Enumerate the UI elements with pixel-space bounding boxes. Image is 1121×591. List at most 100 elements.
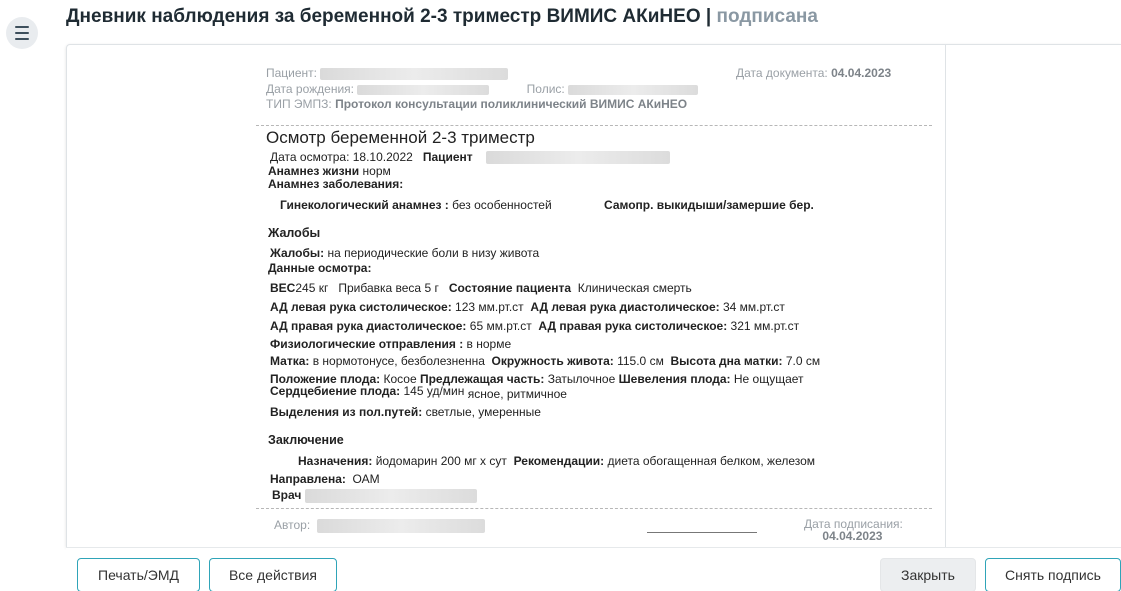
bp-left-dia-value: 34 мм.рт.ст [723,300,785,314]
disease-anamnesis-label: Анамнез заболевания: [268,177,404,191]
signature-line [647,532,757,533]
separator [256,125,932,126]
prescription-value: йодомарин 200 мг х сут [375,454,507,468]
discharge-value: светлые, умеренные [425,405,541,419]
author-label: Автор: [274,518,311,532]
bp-left-sys-label: АД левая рука систолическое: [270,300,452,314]
state-value: Клиническая смерть [577,281,692,295]
uterus-label: Матка: [270,354,310,368]
uterus-value: в нормотонусе, безболезненна [312,354,485,368]
separator [256,508,932,509]
close-button[interactable]: Закрыть [880,558,976,591]
bp-right-dia-value: 65 мм.рт.ст [469,319,532,333]
conclusion-section: Заключение [268,433,344,447]
print-emd-button[interactable]: Печать/ЭМД [77,558,200,591]
physio-label: Физиологические отправления : [270,337,464,351]
birth-policy-row: Дата рождения: Полис: [266,82,699,96]
birth-date-redacted [357,84,490,95]
miscarriage-row: Самопр. выкидыши/замершие бер. [604,198,814,212]
disease-anamnesis-row: Анамнез заболевания: [268,177,403,191]
physio-value: в норме [466,337,512,351]
referral-value: ОАМ [352,472,380,486]
miscarriage-label: Самопр. выкидыши/замершие бер. [604,198,814,212]
gyn-label: Гинекологический анамнез : [280,198,449,212]
complaints-row: Жалобы: на периодические боли в низу жив… [270,246,539,260]
doctor-name-redacted [304,488,477,503]
weight-row: ВЕС245 кг Прибавка веса 5 г Состояние па… [270,281,692,295]
bp-left-dia-label: АД левая рука диастолическое: [530,300,720,314]
belly-value: 115.0 см [617,354,664,368]
discharge-label: Выделения из пол.путей: [270,405,423,419]
sign-date-block: Дата подписания: 04.04.2023 [804,518,903,542]
bp-right-sys-label: АД правая рука систолическое: [538,319,728,333]
life-anamnesis-row: Анамнез жизни норм [268,164,391,178]
complaints-value: на периодические боли в низу живота [327,246,540,260]
weight-label: ВЕС [270,281,296,295]
exam-data-label: Данные осмотра: [268,261,372,275]
life-anamnesis-label: Анамнез жизни [268,164,360,178]
prescription-row: Назначения: йодомарин 200 мг х сут Реком… [298,454,815,468]
author-name-redacted [316,518,485,533]
heartbeat-note: ясное, ритмичное [467,387,567,401]
gyn-anamnesis-row: Гинекологический анамнез : без особеннос… [280,198,552,212]
menu-icon-line [15,26,29,28]
exam-title: Осмотр беременной 2-3 триместр [266,128,535,147]
document-date: Дата документа: 04.04.2023 [736,66,891,80]
emz-value: Протокол консультации поликлинический ВИ… [335,97,688,111]
document-panel: Пациент: Дата документа: 04.04.2023 Дата… [66,44,1121,548]
fundus-label: Высота дна матки: [670,354,783,368]
patient-name-redacted [320,67,509,80]
recommend-label: Рекомендации: [513,454,605,468]
bp-right-row: АД правая рука диастолическое: 65 мм.рт.… [270,319,799,333]
doc-date-value: 04.04.2023 [831,66,892,80]
heartbeat-label: Сердцебиение плода: [270,384,401,398]
unsign-button[interactable]: Снять подпись [985,558,1121,591]
exam-date: Дата осмотра: 18.10.2022 [270,150,413,164]
referral-row: Направлена: ОАМ [270,472,380,486]
exam-patient-label: Пациент [422,150,473,164]
complaints-section: Жалобы [268,226,321,240]
gain-value: 5 г [424,281,439,295]
all-actions-button[interactable]: Все действия [209,558,337,591]
doc-date-label: Дата документа: [736,66,828,80]
patient-label: Пациент: [266,66,318,80]
document-preview[interactable]: Пациент: Дата документа: 04.04.2023 Дата… [256,45,946,548]
page-title: Дневник наблюдения за беременной 2-3 три… [66,6,818,28]
action-bar: Печать/ЭМД Все действия Закрыть Снять по… [66,547,1121,591]
exam-data-row: Данные осмотра: [268,261,371,275]
birth-label: Дата рождения: [266,82,354,96]
bp-right-sys-value: 321 мм.рт.ст [730,319,800,333]
emz-label: ТИП ЭМПЗ: [266,97,332,111]
weight-value: 245 кг [295,281,329,295]
referral-label: Направлена: [270,472,346,486]
recommend-value: диета обогащенная белком, железом [607,454,816,468]
policy-redacted [568,84,699,95]
sign-date-value: 04.04.2023 [822,529,883,543]
gain-label: Прибавка веса [338,281,422,295]
fundus-value: 7.0 см [785,354,821,368]
uterus-row: Матка: в нормотонусе, безболезненна Окру… [270,354,820,368]
heartbeat-value: 145 уд/мин [403,384,465,398]
exam-date-row: Дата осмотра: 18.10.2022 Пациент [270,150,671,165]
discharge-row: Выделения из пол.путей: светлые, умеренн… [270,405,541,419]
menu-icon-line [15,32,29,34]
menu-button[interactable] [6,17,38,49]
movement-label: Шевеления плода: [618,372,731,386]
author-row: Автор: [274,518,485,533]
patient-header: Пациент: [266,66,509,80]
prescription-label: Назначения: [298,454,373,468]
doctor-row: Врач [272,488,477,503]
exam-patient-redacted [486,151,671,165]
life-anamnesis-value: норм [362,164,391,178]
bp-right-dia-label: АД правая рука диастолическое: [270,319,467,333]
physio-row: Физиологические отправления : в норме [270,337,511,351]
belly-label: Окружность живота: [491,354,614,368]
menu-icon-line [15,38,29,40]
policy-label: Полис: [526,82,565,96]
heartbeat-row: Сердцебиение плода: 145 уд/мин ясное, ри… [270,384,567,401]
movement-value: Не ощущает [733,372,804,386]
bp-left-sys-value: 123 мм.рт.ст [455,300,524,314]
emz-type-row: ТИП ЭМПЗ: Протокол консультации поликлин… [266,97,687,111]
status-label: подписана [716,6,818,27]
doctor-label: Врач [272,488,302,502]
